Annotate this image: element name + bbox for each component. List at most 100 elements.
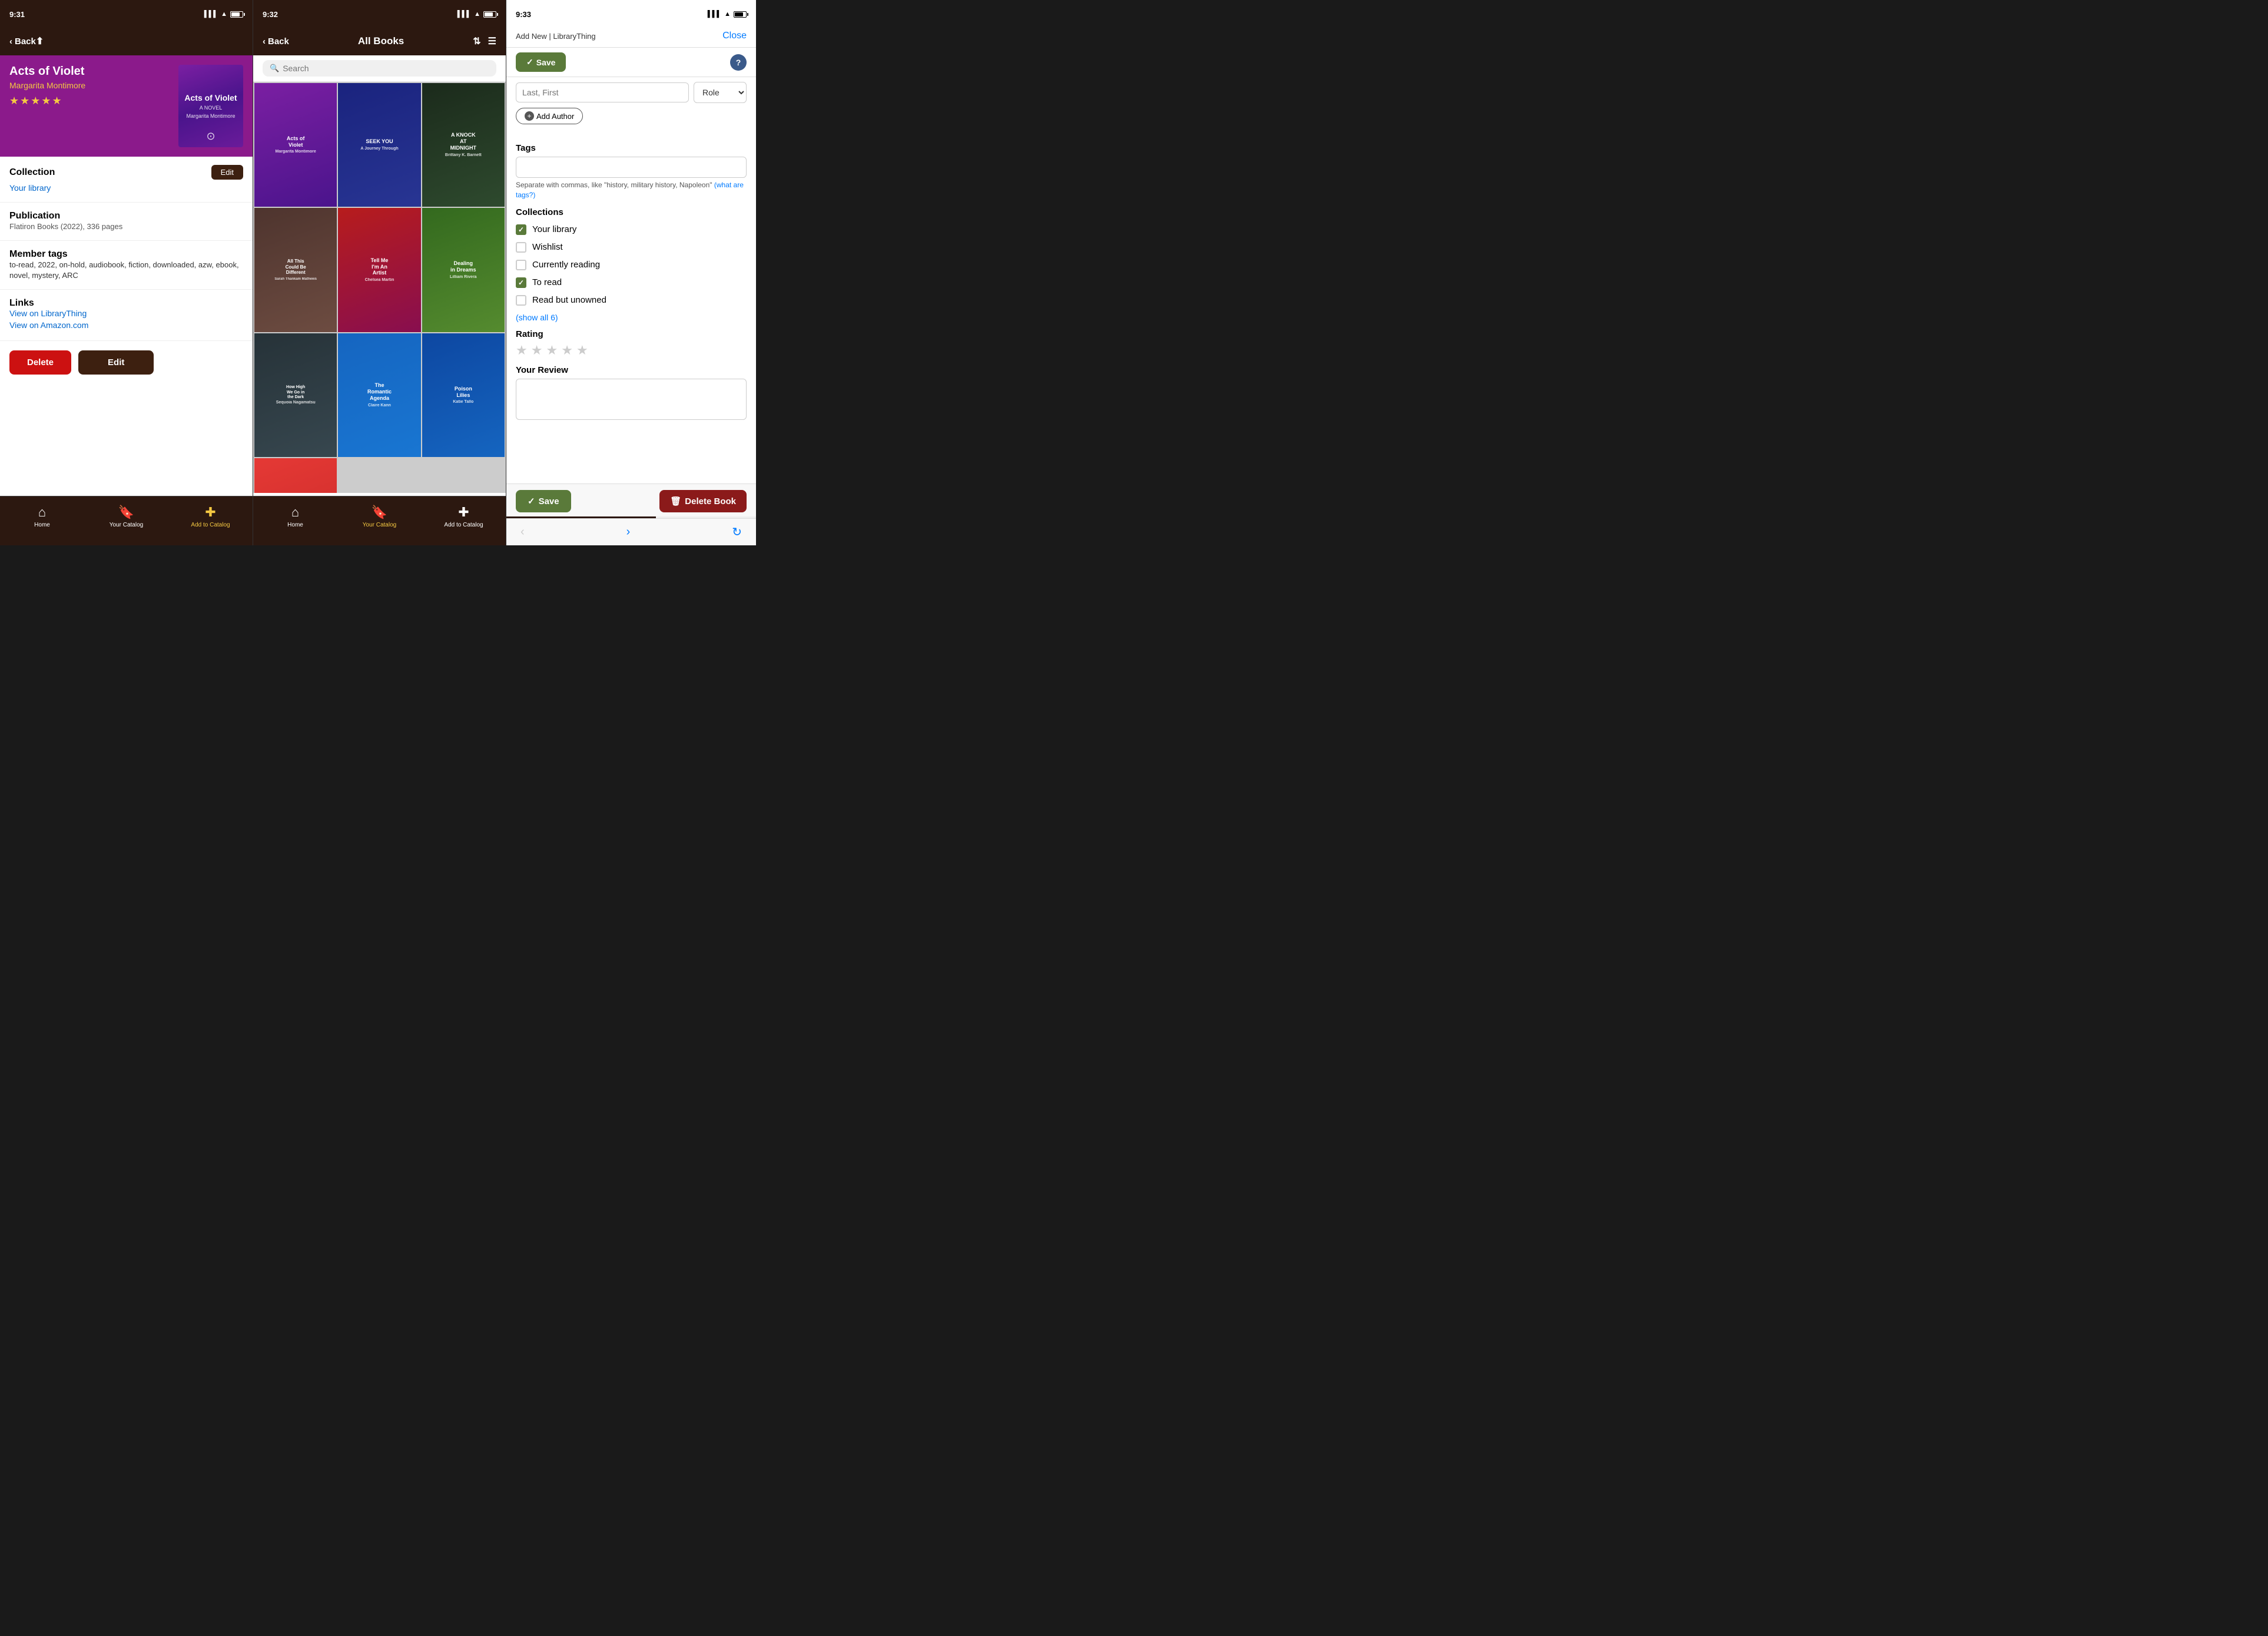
book-info: Acts of Violet Margarita Montimore ★★★★★ — [9, 65, 171, 107]
checkbox-wishlist[interactable] — [516, 242, 526, 253]
battery-icon-2 — [483, 11, 496, 18]
tab-bar-2: ⌂ Home 🔖 Your Catalog ✚ Add to Catalog — [253, 496, 506, 545]
collection-currently-reading: Currently reading — [516, 256, 747, 274]
collection-to-read: To read — [516, 274, 747, 292]
collection-your-library: Your library — [516, 221, 747, 239]
collection-label-wishlist: Wishlist — [532, 242, 563, 252]
tab-home-label-1: Home — [34, 522, 50, 528]
wifi-icon-2: ▲ — [474, 11, 480, 18]
checkmark-icon-top: ✓ — [526, 57, 533, 67]
help-button[interactable]: ? — [730, 54, 747, 71]
status-time-3: 9:33 — [516, 10, 531, 19]
collection-edit-button[interactable]: Edit — [211, 165, 243, 180]
add-author-button[interactable]: + Add Author — [516, 108, 583, 124]
nav-icons-2: ⇅ ☰ — [473, 35, 496, 47]
star-4[interactable]: ★ — [561, 343, 573, 358]
browser-back-button[interactable]: ‹ — [520, 525, 525, 539]
back-button-1[interactable]: ‹ Back — [9, 37, 36, 47]
star-5[interactable]: ★ — [576, 343, 588, 358]
tab-home-label-2: Home — [287, 522, 303, 528]
nav-icons-1: ⬆ — [36, 35, 44, 47]
links-title: Links — [9, 298, 243, 309]
save-button-top[interactable]: ✓ Save — [516, 52, 566, 72]
tab-catalog-2[interactable]: 🔖 Your Catalog — [337, 505, 422, 528]
back-button-2[interactable]: ‹ Back — [263, 37, 289, 47]
status-icons-3: ▌▌▌ ▲ — [708, 11, 747, 18]
book-item-5[interactable]: Tell MeI'm AnArtistChelsea Martin — [338, 208, 420, 332]
save-bar-bottom: ✓ Save 🗑 Delete Book — [506, 483, 756, 518]
catalog-icon-1: 🔖 — [118, 505, 134, 520]
screen1-panel: 9:31 ▌▌▌ ▲ ‹ Back ⬆ Acts of Violet Marga… — [0, 0, 253, 545]
book-item-2[interactable]: SEEK YOUA Journey Through — [338, 83, 420, 207]
tab-catalog-label-1: Your Catalog — [110, 522, 143, 528]
star-1[interactable]: ★ — [516, 343, 528, 358]
show-all-collections-link[interactable]: (show all 6) — [516, 313, 747, 322]
book-item-6[interactable]: Dealingin DreamsLilliam Rivera — [422, 208, 505, 332]
page-title-bar: Add New | LibraryThing Close — [506, 27, 756, 48]
nav-bar-1: ‹ Back ⬆ — [0, 27, 253, 55]
plus-icon: + — [525, 111, 534, 121]
delete-button[interactable]: Delete — [9, 350, 71, 375]
book-item-8[interactable]: TheRomanticAgendaClaire Kann — [338, 333, 420, 457]
add-icon-2: ✚ — [458, 505, 469, 520]
edit-button[interactable]: Edit — [78, 350, 154, 375]
book-item-7[interactable]: How HighWe Go inthe DarkSequoia Nagamats… — [254, 333, 337, 457]
status-icons-1: ▌▌▌ ▲ — [204, 11, 243, 18]
collection-value[interactable]: Your library — [9, 183, 51, 193]
page-title: Add New | LibraryThing — [516, 32, 596, 41]
tab-catalog-1[interactable]: 🔖 Your Catalog — [84, 505, 168, 528]
search-input[interactable] — [283, 64, 489, 73]
signal-icon-3: ▌▌▌ — [708, 11, 721, 18]
search-icon: 🔍 — [270, 64, 279, 73]
share-icon-1[interactable]: ⬆ — [36, 35, 44, 47]
list-icon-2[interactable]: ☰ — [488, 35, 496, 47]
member-tags-section: Member tags to-read, 2022, on-hold, audi… — [0, 241, 253, 290]
checkbox-currently-reading[interactable] — [516, 260, 526, 270]
tab-add-1[interactable]: ✚ Add to Catalog — [168, 505, 253, 528]
view-librarything-link[interactable]: View on LibraryThing — [9, 309, 243, 318]
checkbox-read-but-unowned[interactable] — [516, 295, 526, 306]
nav-bar-2: ‹ Back All Books ⇅ ☰ — [253, 27, 506, 55]
home-icon-1: ⌂ — [38, 505, 46, 520]
top-save-row: ✓ Save ? — [506, 48, 756, 77]
book-item-3[interactable]: A KNOCKATMIDNIGHTBrittany K. Barnett — [422, 83, 505, 207]
browser-forward-button[interactable]: › — [626, 525, 631, 539]
browser-refresh-button[interactable]: ↻ — [732, 525, 742, 539]
close-button[interactable]: Close — [722, 31, 747, 41]
book-author: Margarita Montimore — [9, 81, 171, 90]
status-bar-1: 9:31 ▌▌▌ ▲ — [0, 0, 253, 27]
collection-label-read-but-unowned: Read but unowned — [532, 295, 606, 305]
role-select[interactable]: Role — [694, 82, 747, 103]
view-amazon-link[interactable]: View on Amazon.com — [9, 320, 243, 330]
collection-label-to-read: To read — [532, 277, 562, 287]
tab-add-2[interactable]: ✚ Add to Catalog — [422, 505, 506, 528]
status-time-2: 9:32 — [263, 10, 278, 19]
tab-home-1[interactable]: ⌂ Home — [0, 505, 84, 528]
form-section: Tags Separate with commas, like "history… — [506, 129, 756, 520]
sort-icon-2[interactable]: ⇅ — [473, 35, 480, 47]
rating-stars: ★ ★ ★ ★ ★ — [516, 343, 747, 358]
camera-icon[interactable]: ⊙ — [206, 130, 215, 143]
book-item-1[interactable]: Acts ofVioletMargarita Montimore — [254, 83, 337, 207]
book-item-10[interactable]: LOVEMARRIAGEMonica Ali — [254, 458, 337, 493]
book-cover-image: Acts of Violet A NOVEL Margarita Montimo… — [178, 65, 243, 147]
review-textarea[interactable] — [516, 379, 747, 420]
checkbox-your-library[interactable] — [516, 224, 526, 235]
signal-icon-1: ▌▌▌ — [204, 11, 218, 18]
delete-book-button[interactable]: 🗑 Delete Book — [659, 490, 747, 512]
author-last-first-input[interactable] — [516, 82, 689, 102]
tab-home-2[interactable]: ⌂ Home — [253, 505, 337, 528]
checkmark-icon-bottom: ✓ — [528, 496, 535, 506]
collection-header: Collection Edit — [9, 165, 243, 180]
star-2[interactable]: ★ — [531, 343, 543, 358]
tags-input[interactable] — [516, 157, 747, 178]
book-item-9[interactable]: PoisonLiliesKatie Tallo — [422, 333, 505, 457]
checkbox-to-read[interactable] — [516, 277, 526, 288]
publication-value: Flatiron Books (2022), 336 pages — [9, 222, 122, 231]
save-button-bottom[interactable]: ✓ Save — [516, 490, 571, 512]
star-3[interactable]: ★ — [546, 343, 558, 358]
collection-read-but-unowned: Read but unowned — [516, 292, 747, 309]
wifi-icon-1: ▲ — [221, 11, 227, 18]
tab-add-label-2: Add to Catalog — [444, 522, 483, 528]
book-item-4[interactable]: All ThisCould BeDifferentSarah Thankam M… — [254, 208, 337, 332]
